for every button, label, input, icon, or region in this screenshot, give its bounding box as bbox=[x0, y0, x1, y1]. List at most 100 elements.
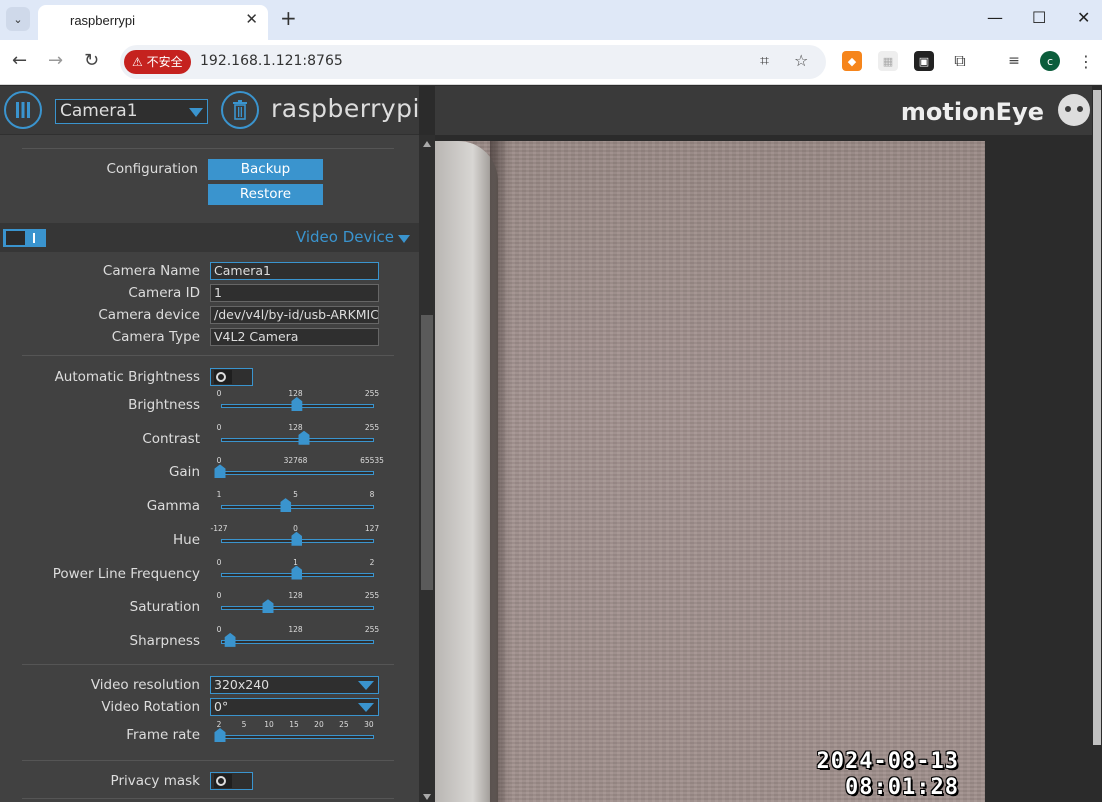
camera-image-edge bbox=[435, 141, 498, 802]
settings-header: Camera1 raspberrypi bbox=[0, 86, 419, 135]
page-scroll-thumb[interactable] bbox=[1093, 90, 1101, 745]
tab-close-icon[interactable]: ✕ bbox=[245, 10, 258, 28]
slider-track[interactable] bbox=[221, 735, 374, 739]
omnibox[interactable]: ⚠ 不安全 192.168.1.121:8765 ⌗ ☆ bbox=[120, 45, 826, 79]
chevron-down-icon bbox=[358, 703, 374, 712]
video-device-toggle[interactable] bbox=[3, 229, 46, 247]
slider-label: Gamma bbox=[146, 498, 200, 515]
extension-grid-icon[interactable]: ▦ bbox=[878, 51, 898, 71]
bookmark-star-icon[interactable]: ☆ bbox=[794, 51, 808, 70]
video-rotation-select[interactable]: 0° bbox=[210, 698, 379, 716]
slider-handle[interactable] bbox=[291, 397, 303, 411]
section-title: Video Device bbox=[295, 228, 394, 246]
slider-tick-label: 0 bbox=[216, 422, 222, 432]
auto-brightness-toggle[interactable] bbox=[210, 368, 253, 386]
slider-handle[interactable] bbox=[224, 632, 236, 647]
tab-search-chevron-icon[interactable]: ⌄ bbox=[6, 7, 30, 31]
extensions-puzzle-icon[interactable]: ⧉ bbox=[950, 51, 970, 71]
slider-tick-label: 2 bbox=[216, 720, 222, 729]
camera-device-label: Camera device bbox=[98, 307, 200, 323]
slider-track[interactable] bbox=[221, 505, 374, 510]
camera-name-input[interactable]: Camera1 bbox=[210, 262, 379, 280]
camera-device-field: /dev/v4l/by-id/usb-ARKMICRO bbox=[210, 306, 379, 324]
metamask-fox-icon[interactable]: ◆ bbox=[842, 51, 862, 71]
profile-avatar[interactable]: c bbox=[1040, 51, 1060, 71]
slider-tick-label: -127 bbox=[210, 523, 228, 533]
privacy-mask-toggle[interactable] bbox=[210, 772, 253, 790]
not-secure-chip[interactable]: ⚠ 不安全 bbox=[124, 50, 191, 74]
translate-icon[interactable]: ⌗ bbox=[760, 51, 769, 71]
slider-handle[interactable] bbox=[214, 728, 226, 742]
menu-bars-icon bbox=[16, 102, 30, 118]
slider-tick-label: 0 bbox=[293, 523, 298, 533]
slider-handle[interactable] bbox=[298, 430, 310, 445]
scroll-thumb[interactable] bbox=[421, 315, 433, 590]
owl-eye bbox=[1063, 104, 1073, 114]
remove-camera-button[interactable] bbox=[221, 91, 259, 129]
slider-track[interactable] bbox=[221, 606, 374, 611]
qr-xr-icon[interactable]: ▣ bbox=[914, 51, 934, 71]
slider-tick-label: 25 bbox=[339, 720, 349, 729]
media-queue-icon[interactable]: ≡ bbox=[1004, 51, 1024, 71]
camera-id-field: 1 bbox=[210, 284, 379, 302]
slider-label: Contrast bbox=[142, 430, 200, 447]
slider-track[interactable] bbox=[221, 471, 374, 476]
settings-scrollbar[interactable] bbox=[419, 135, 435, 802]
gain-slider[interactable]: 0 32768 65535 bbox=[210, 456, 384, 482]
scroll-up-icon[interactable] bbox=[423, 141, 431, 147]
slider-tick-label: 1 bbox=[293, 557, 298, 567]
forward-arrow-icon[interactable]: → bbox=[48, 50, 63, 71]
slider-tick-label: 255 bbox=[364, 422, 380, 432]
slider-track[interactable] bbox=[221, 437, 374, 442]
frame-rate-slider[interactable]: 2 5 10 15 20 25 30 bbox=[210, 720, 380, 746]
slider-handle[interactable] bbox=[291, 531, 302, 546]
camera-select[interactable]: Camera1 bbox=[55, 99, 208, 124]
video-device-section-header[interactable]: Video Device bbox=[0, 223, 419, 252]
brand-name: motionEye bbox=[900, 98, 1044, 126]
window-close-icon[interactable]: ✕ bbox=[1077, 8, 1090, 27]
divider bbox=[22, 355, 394, 356]
slider-handle[interactable] bbox=[280, 498, 292, 513]
slider-tick-label: 128 bbox=[288, 389, 303, 398]
auto-brightness-label: Automatic Brightness bbox=[54, 369, 200, 385]
back-arrow-icon[interactable]: ← bbox=[12, 50, 27, 71]
minimize-icon[interactable]: — bbox=[987, 8, 1003, 27]
video-resolution-select[interactable]: 320x240 bbox=[210, 676, 379, 694]
hue-slider[interactable]: -127 0 127 bbox=[210, 524, 380, 550]
main-menu-button[interactable] bbox=[4, 91, 42, 129]
saturation-slider[interactable]: 0 128 255 bbox=[210, 591, 380, 617]
slider-tick-label: 128 bbox=[288, 591, 303, 601]
power-line-frequency-slider[interactable]: 0 1 2 bbox=[210, 558, 380, 584]
slider-handle[interactable] bbox=[214, 464, 226, 479]
video-rotation-value: 0° bbox=[214, 699, 229, 714]
browser-menu-icon[interactable]: ⋮ bbox=[1076, 51, 1096, 71]
slider-tick-label: 10 bbox=[264, 720, 274, 729]
scroll-down-icon[interactable] bbox=[423, 794, 431, 800]
slider-tick-label: 2 bbox=[369, 557, 375, 567]
contrast-slider[interactable]: 0 128 255 bbox=[210, 423, 380, 449]
divider bbox=[22, 148, 394, 149]
sharpness-slider[interactable]: 0 128 255 bbox=[210, 625, 380, 651]
restore-button[interactable]: Restore bbox=[208, 184, 323, 205]
reload-icon[interactable]: ↻ bbox=[84, 50, 99, 71]
slider-handle[interactable] bbox=[262, 599, 274, 614]
new-tab-plus-icon[interactable]: + bbox=[280, 6, 297, 30]
toggle-off-icon bbox=[216, 776, 226, 786]
slider-tick-label: 30 bbox=[364, 720, 374, 729]
brightness-slider[interactable]: 0 128 255 bbox=[210, 389, 380, 415]
not-secure-label: 不安全 bbox=[146, 55, 183, 69]
slider-tick-label: 20 bbox=[314, 720, 324, 729]
backup-button[interactable]: Backup bbox=[208, 159, 323, 180]
camera-name-label: Camera Name bbox=[102, 263, 200, 279]
slider-label: Saturation bbox=[129, 599, 200, 616]
url-text[interactable]: 192.168.1.121:8765 bbox=[200, 53, 343, 69]
browser-tab[interactable]: raspberrypi ✕ bbox=[38, 5, 268, 40]
gamma-slider[interactable]: 1 5 8 bbox=[210, 490, 380, 516]
maximize-icon[interactable]: ☐ bbox=[1032, 8, 1046, 27]
slider-tick-label: 0 bbox=[216, 456, 222, 466]
camera-frame[interactable]: 2024-08-13 08:01:28 bbox=[435, 141, 985, 802]
page-scrollbar[interactable] bbox=[1092, 86, 1102, 748]
slider-track[interactable] bbox=[221, 639, 374, 644]
osd-time: 08:01:28 bbox=[845, 775, 959, 800]
slider-handle[interactable] bbox=[291, 565, 302, 580]
